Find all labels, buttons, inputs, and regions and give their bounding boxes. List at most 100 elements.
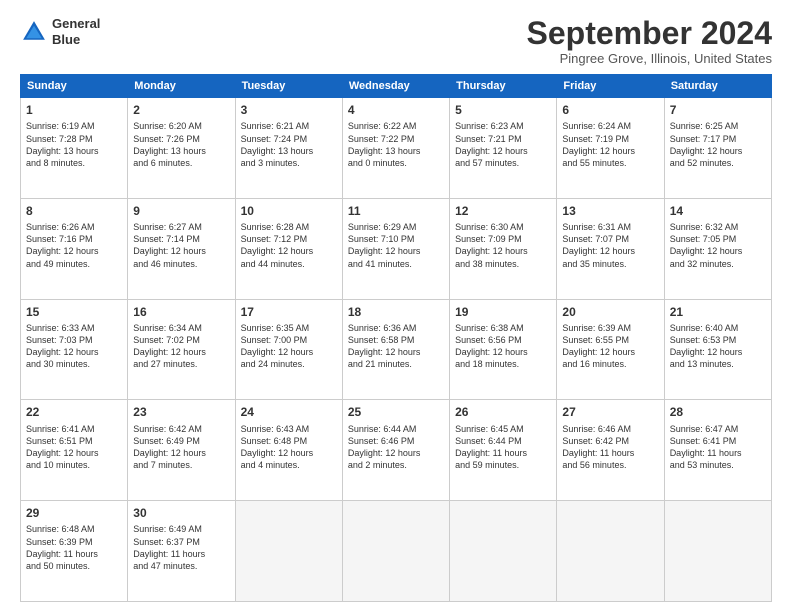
table-row: 7 Sunrise: 6:25 AMSunset: 7:17 PMDaylight… <box>664 98 771 199</box>
table-row: 4Sunrise: 6:22 AMSunset: 7:22 PMDaylight… <box>342 98 449 199</box>
table-row <box>235 501 342 602</box>
day-number: 19 <box>455 304 551 320</box>
day-info: Sunrise: 6:46 AMSunset: 6:42 PMDaylight:… <box>562 423 658 472</box>
day-info: Sunrise: 6:33 AMSunset: 7:03 PMDaylight:… <box>26 322 122 371</box>
day-info: Sunrise: 6:32 AMSunset: 7:05 PMDaylight:… <box>670 221 766 270</box>
table-row: 24 Sunrise: 6:43 AMSunset: 6:48 PMDayligh… <box>235 400 342 501</box>
calendar-table: Sunday Monday Tuesday Wednesday Thursday… <box>20 74 772 602</box>
day-number: 24 <box>241 404 337 420</box>
day-info: Sunrise: 6:25 AMSunset: 7:17 PMDaylight:… <box>670 120 766 169</box>
day-info: Sunrise: 6:19 AMSunset: 7:28 PMDaylight:… <box>26 120 122 169</box>
day-number: 5 <box>455 102 551 118</box>
table-row: 25 Sunrise: 6:44 AMSunset: 6:46 PMDayligh… <box>342 400 449 501</box>
day-number: 13 <box>562 203 658 219</box>
day-number: 11 <box>348 203 444 219</box>
day-info: Sunrise: 6:41 AMSunset: 6:51 PMDaylight:… <box>26 423 122 472</box>
header: General Blue September 2024 Pingree Grov… <box>20 16 772 66</box>
table-row: 17 Sunrise: 6:35 AMSunset: 7:00 PMDayligh… <box>235 299 342 400</box>
calendar-week-1: 1 Sunrise: 6:19 AMSunset: 7:28 PMDaylight… <box>21 98 772 199</box>
day-info: Sunrise: 6:39 AMSunset: 6:55 PMDaylight:… <box>562 322 658 371</box>
day-number: 8 <box>26 203 122 219</box>
table-row: 13 Sunrise: 6:31 AMSunset: 7:07 PMDayligh… <box>557 198 664 299</box>
table-row: 27 Sunrise: 6:46 AMSunset: 6:42 PMDayligh… <box>557 400 664 501</box>
day-number: 3 <box>241 102 337 118</box>
col-tuesday: Tuesday <box>235 75 342 98</box>
location: Pingree Grove, Illinois, United States <box>527 51 772 66</box>
logo-text: General Blue <box>52 16 100 47</box>
day-number: 15 <box>26 304 122 320</box>
table-row: 28 Sunrise: 6:47 AMSunset: 6:41 PMDayligh… <box>664 400 771 501</box>
day-number: 28 <box>670 404 766 420</box>
day-number: 17 <box>241 304 337 320</box>
table-row <box>342 501 449 602</box>
table-row: 26 Sunrise: 6:45 AMSunset: 6:44 PMDayligh… <box>450 400 557 501</box>
col-saturday: Saturday <box>664 75 771 98</box>
table-row: 8Sunrise: 6:26 AMSunset: 7:16 PMDaylight… <box>21 198 128 299</box>
title-block: September 2024 Pingree Grove, Illinois, … <box>527 16 772 66</box>
day-info: Sunrise: 6:23 AMSunset: 7:21 PMDaylight:… <box>455 120 551 169</box>
table-row: 1 Sunrise: 6:19 AMSunset: 7:28 PMDaylight… <box>21 98 128 199</box>
day-info: Sunrise: 6:30 AMSunset: 7:09 PMDaylight:… <box>455 221 551 270</box>
day-info: Sunrise: 6:35 AMSunset: 7:00 PMDaylight:… <box>241 322 337 371</box>
table-row: 10 Sunrise: 6:28 AMSunset: 7:12 PMDayligh… <box>235 198 342 299</box>
day-number: 1 <box>26 102 122 118</box>
day-info: Sunrise: 6:38 AMSunset: 6:56 PMDaylight:… <box>455 322 551 371</box>
table-row: 20 Sunrise: 6:39 AMSunset: 6:55 PMDayligh… <box>557 299 664 400</box>
day-number: 27 <box>562 404 658 420</box>
month-title: September 2024 <box>527 16 772 51</box>
day-number: 21 <box>670 304 766 320</box>
day-info: Sunrise: 6:45 AMSunset: 6:44 PMDaylight:… <box>455 423 551 472</box>
day-number: 26 <box>455 404 551 420</box>
logo: General Blue <box>20 16 100 47</box>
col-friday: Friday <box>557 75 664 98</box>
day-info: Sunrise: 6:20 AMSunset: 7:26 PMDaylight:… <box>133 120 229 169</box>
table-row: 2 Sunrise: 6:20 AMSunset: 7:26 PMDaylight… <box>128 98 235 199</box>
day-info: Sunrise: 6:31 AMSunset: 7:07 PMDaylight:… <box>562 221 658 270</box>
table-row: 19 Sunrise: 6:38 AMSunset: 6:56 PMDayligh… <box>450 299 557 400</box>
day-info: Sunrise: 6:21 AMSunset: 7:24 PMDaylight:… <box>241 120 337 169</box>
logo-icon <box>20 18 48 46</box>
table-row: 11 Sunrise: 6:29 AMSunset: 7:10 PMDayligh… <box>342 198 449 299</box>
table-row: 3 Sunrise: 6:21 AMSunset: 7:24 PMDaylight… <box>235 98 342 199</box>
day-info: Sunrise: 6:44 AMSunset: 6:46 PMDaylight:… <box>348 423 444 472</box>
col-sunday: Sunday <box>21 75 128 98</box>
calendar-week-4: 22Sunrise: 6:41 AMSunset: 6:51 PMDayligh… <box>21 400 772 501</box>
day-info: Sunrise: 6:36 AMSunset: 6:58 PMDaylight:… <box>348 322 444 371</box>
day-info: Sunrise: 6:42 AMSunset: 6:49 PMDaylight:… <box>133 423 229 472</box>
table-row: 18 Sunrise: 6:36 AMSunset: 6:58 PMDayligh… <box>342 299 449 400</box>
day-number: 2 <box>133 102 229 118</box>
day-number: 6 <box>562 102 658 118</box>
day-info: Sunrise: 6:28 AMSunset: 7:12 PMDaylight:… <box>241 221 337 270</box>
day-info: Sunrise: 6:29 AMSunset: 7:10 PMDaylight:… <box>348 221 444 270</box>
day-info: Sunrise: 6:49 AMSunset: 6:37 PMDaylight:… <box>133 523 229 572</box>
table-row <box>450 501 557 602</box>
day-number: 10 <box>241 203 337 219</box>
col-wednesday: Wednesday <box>342 75 449 98</box>
table-row: 6Sunrise: 6:24 AMSunset: 7:19 PMDaylight… <box>557 98 664 199</box>
day-info: Sunrise: 6:48 AMSunset: 6:39 PMDaylight:… <box>26 523 122 572</box>
day-info: Sunrise: 6:34 AMSunset: 7:02 PMDaylight:… <box>133 322 229 371</box>
day-info: Sunrise: 6:27 AMSunset: 7:14 PMDaylight:… <box>133 221 229 270</box>
page: General Blue September 2024 Pingree Grov… <box>0 0 792 612</box>
day-number: 18 <box>348 304 444 320</box>
table-row: 5 Sunrise: 6:23 AMSunset: 7:21 PMDaylight… <box>450 98 557 199</box>
table-row <box>664 501 771 602</box>
table-row: 22Sunrise: 6:41 AMSunset: 6:51 PMDayligh… <box>21 400 128 501</box>
table-row: 14Sunrise: 6:32 AMSunset: 7:05 PMDayligh… <box>664 198 771 299</box>
day-number: 16 <box>133 304 229 320</box>
table-row: 29 Sunrise: 6:48 AMSunset: 6:39 PMDayligh… <box>21 501 128 602</box>
table-row: 9 Sunrise: 6:27 AMSunset: 7:14 PMDaylight… <box>128 198 235 299</box>
day-number: 29 <box>26 505 122 521</box>
table-row: 16 Sunrise: 6:34 AMSunset: 7:02 PMDayligh… <box>128 299 235 400</box>
day-info: Sunrise: 6:47 AMSunset: 6:41 PMDaylight:… <box>670 423 766 472</box>
calendar-week-3: 15 Sunrise: 6:33 AMSunset: 7:03 PMDayligh… <box>21 299 772 400</box>
day-info: Sunrise: 6:22 AMSunset: 7:22 PMDaylight:… <box>348 120 444 169</box>
day-number: 9 <box>133 203 229 219</box>
day-number: 7 <box>670 102 766 118</box>
table-row <box>557 501 664 602</box>
day-number: 23 <box>133 404 229 420</box>
day-number: 25 <box>348 404 444 420</box>
day-info: Sunrise: 6:43 AMSunset: 6:48 PMDaylight:… <box>241 423 337 472</box>
table-row: 12Sunrise: 6:30 AMSunset: 7:09 PMDayligh… <box>450 198 557 299</box>
day-number: 20 <box>562 304 658 320</box>
